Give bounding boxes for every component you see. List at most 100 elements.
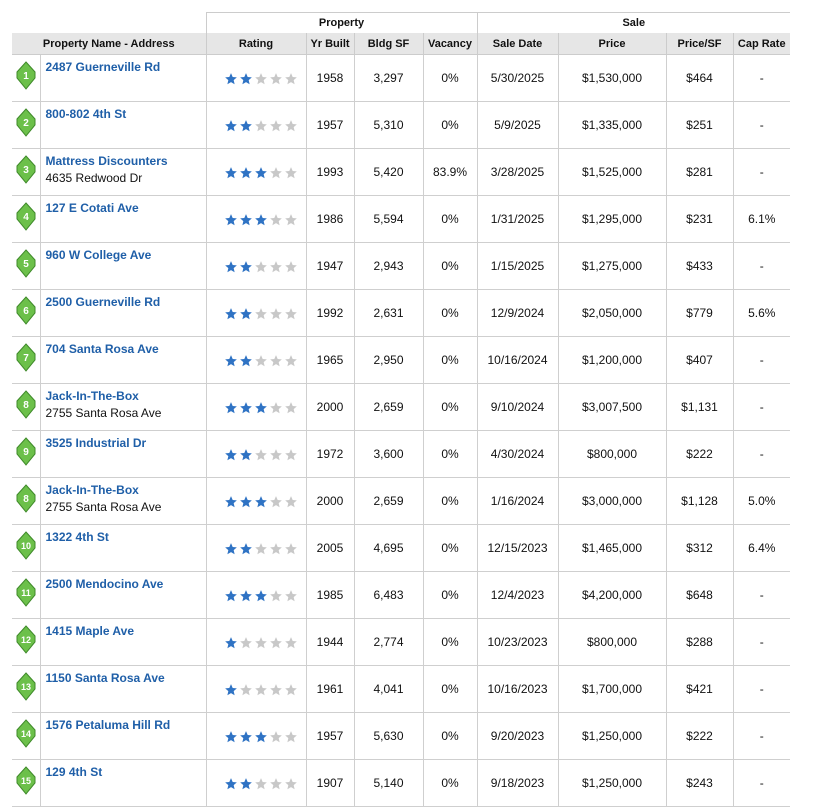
col-header-property-name[interactable]: Property Name - Address: [12, 33, 206, 55]
property-name-link[interactable]: 3525 Industrial Dr: [46, 435, 206, 452]
property-name-link[interactable]: 960 W College Ave: [46, 247, 206, 264]
cap-rate-cell: -: [732, 54, 791, 102]
star-rating: [224, 303, 298, 321]
price-cell: $4,200,000: [557, 571, 666, 619]
sale-date-cell: 10/16/2024: [476, 336, 558, 384]
col-header-sale-date[interactable]: Sale Date: [476, 33, 558, 55]
yr-built-cell: 2005: [305, 524, 354, 572]
vacancy-cell: 0%: [422, 54, 477, 102]
col-header-price-sf[interactable]: Price/SF: [665, 33, 733, 55]
star-filled-icon: [225, 307, 237, 319]
map-marker-icon[interactable]: 8: [15, 484, 37, 513]
col-header-vacancy[interactable]: Vacancy: [422, 33, 477, 55]
table-row[interactable]: 3 Mattress Discounters 4635 Redwood Dr 1993…: [12, 148, 791, 196]
table-row[interactable]: 4 127 E Cotati Ave 1986 5,594 0% 1/31/2025 $1,…: [12, 195, 791, 243]
sale-date-cell: 5/9/2025: [476, 101, 558, 149]
cap-rate-cell: 6.1%: [732, 195, 791, 243]
table-row[interactable]: 11 2500 Mendocino Ave 1985 6,483 0% 12/4/2023…: [12, 571, 791, 619]
map-marker-number: 9: [23, 447, 29, 458]
map-marker-icon[interactable]: 15: [15, 766, 37, 795]
map-marker-icon[interactable]: 3: [15, 155, 37, 184]
col-header-rating[interactable]: Rating: [205, 33, 306, 55]
star-filled-icon: [255, 730, 267, 742]
star-rating: [224, 585, 298, 603]
map-marker-number: 5: [23, 259, 29, 270]
group-header-sale: Sale: [476, 12, 791, 33]
price-sf-cell: $1,131: [665, 383, 733, 431]
star-empty-icon: [285, 542, 297, 554]
map-marker-icon[interactable]: 12: [15, 625, 37, 654]
table-row[interactable]: 2 800-802 4th St 1957 5,310 0% 5/9/2025 $1,335…: [12, 101, 791, 149]
vacancy-cell: 0%: [422, 618, 477, 666]
property-name-link[interactable]: 2487 Guerneville Rd: [46, 59, 206, 76]
table-row[interactable]: 8 Jack-In-The-Box 2755 Santa Rosa Ave 2000 2…: [12, 477, 791, 525]
table-row[interactable]: 12 1415 Maple Ave 1944 2,774 0% 10/23/2023 $80…: [12, 618, 791, 666]
rating-cell: [205, 477, 306, 525]
map-marker-icon[interactable]: 5: [15, 249, 37, 278]
map-marker-cell: 13: [12, 665, 40, 713]
table-row[interactable]: 6 2500 Guerneville Rd 1992 2,631 0% 12/9/2024…: [12, 289, 791, 337]
price-cell: $1,250,000: [557, 712, 666, 760]
yr-built-cell: 1958: [305, 54, 354, 102]
price-cell: $1,530,000: [557, 54, 666, 102]
map-marker-icon[interactable]: 4: [15, 202, 37, 231]
map-marker-icon[interactable]: 9: [15, 437, 37, 466]
star-rating: [224, 397, 298, 415]
price-cell: $800,000: [557, 618, 666, 666]
sale-comps-table: Property Sale Property Name - Address Ra…: [12, 12, 791, 807]
rating-cell: [205, 101, 306, 149]
property-name-link[interactable]: 1150 Santa Rosa Ave: [46, 670, 206, 687]
property-name-link[interactable]: 1576 Petaluma Hill Rd: [46, 717, 206, 734]
star-empty-icon: [255, 354, 267, 366]
vacancy-cell: 0%: [422, 712, 477, 760]
map-marker-icon[interactable]: 1: [15, 61, 37, 90]
table-row[interactable]: 10 1322 4th St 2005 4,695 0% 12/15/2023 $1,465…: [12, 524, 791, 572]
map-marker-icon[interactable]: 7: [15, 343, 37, 372]
star-filled-icon: [225, 72, 237, 84]
property-name-link[interactable]: Mattress Discounters: [46, 153, 206, 170]
property-name-link[interactable]: 2500 Mendocino Ave: [46, 576, 206, 593]
star-filled-icon: [240, 354, 252, 366]
property-name-cell: Mattress Discounters 4635 Redwood Dr: [39, 148, 206, 196]
map-marker-number: 6: [23, 306, 29, 317]
table-row[interactable]: 13 1150 Santa Rosa Ave 1961 4,041 0% 10/16/20…: [12, 665, 791, 713]
table-row[interactable]: 14 1576 Petaluma Hill Rd 1957 5,630 0% 9/20/2…: [12, 712, 791, 760]
table-row[interactable]: 1 2487 Guerneville Rd 1958 3,297 0% 5/30/2025…: [12, 54, 791, 102]
star-rating: [224, 538, 298, 556]
property-name-cell: 3525 Industrial Dr: [39, 430, 206, 478]
map-marker-icon[interactable]: 14: [15, 719, 37, 748]
cap-rate-cell: -: [732, 571, 791, 619]
map-marker-cell: 5: [12, 242, 40, 290]
property-name-link[interactable]: 127 E Cotati Ave: [46, 200, 206, 217]
col-header-bldg-sf[interactable]: Bldg SF: [353, 33, 423, 55]
vacancy-cell: 0%: [422, 430, 477, 478]
map-marker-icon[interactable]: 6: [15, 296, 37, 325]
property-name-link[interactable]: 1415 Maple Ave: [46, 623, 206, 640]
property-name-link[interactable]: 800-802 4th St: [46, 106, 206, 123]
table-row[interactable]: 8 Jack-In-The-Box 2755 Santa Rosa Ave 2000 2…: [12, 383, 791, 431]
property-name-link[interactable]: Jack-In-The-Box: [46, 388, 206, 405]
property-name-link[interactable]: 1322 4th St: [46, 529, 206, 546]
property-name-link[interactable]: 704 Santa Rosa Ave: [46, 341, 206, 358]
map-marker-icon[interactable]: 10: [15, 531, 37, 560]
map-marker-icon[interactable]: 8: [15, 390, 37, 419]
col-header-cap-rate[interactable]: Cap Rate: [732, 33, 791, 55]
sale-date-cell: 12/4/2023: [476, 571, 558, 619]
property-name-link[interactable]: 2500 Guerneville Rd: [46, 294, 206, 311]
star-empty-icon: [285, 307, 297, 319]
star-empty-icon: [240, 683, 252, 695]
col-header-yr-built[interactable]: Yr Built: [305, 33, 354, 55]
map-marker-icon[interactable]: 13: [15, 672, 37, 701]
star-empty-icon: [270, 213, 282, 225]
table-row[interactable]: 7 704 Santa Rosa Ave 1965 2,950 0% 10/16/2024…: [12, 336, 791, 384]
col-header-price[interactable]: Price: [557, 33, 666, 55]
table-row[interactable]: 5 960 W College Ave 1947 2,943 0% 1/15/2025 $1…: [12, 242, 791, 290]
table-row[interactable]: 15 129 4th St 1907 5,140 0% 9/18/2023 $1,250,0…: [12, 759, 791, 807]
map-marker-icon[interactable]: 2: [15, 108, 37, 137]
star-empty-icon: [270, 636, 282, 648]
table-row[interactable]: 9 3525 Industrial Dr 1972 3,600 0% 4/30/2024 $…: [12, 430, 791, 478]
star-empty-icon: [270, 72, 282, 84]
property-name-link[interactable]: Jack-In-The-Box: [46, 482, 206, 499]
star-filled-icon: [225, 636, 237, 648]
map-marker-icon[interactable]: 11: [15, 578, 37, 607]
